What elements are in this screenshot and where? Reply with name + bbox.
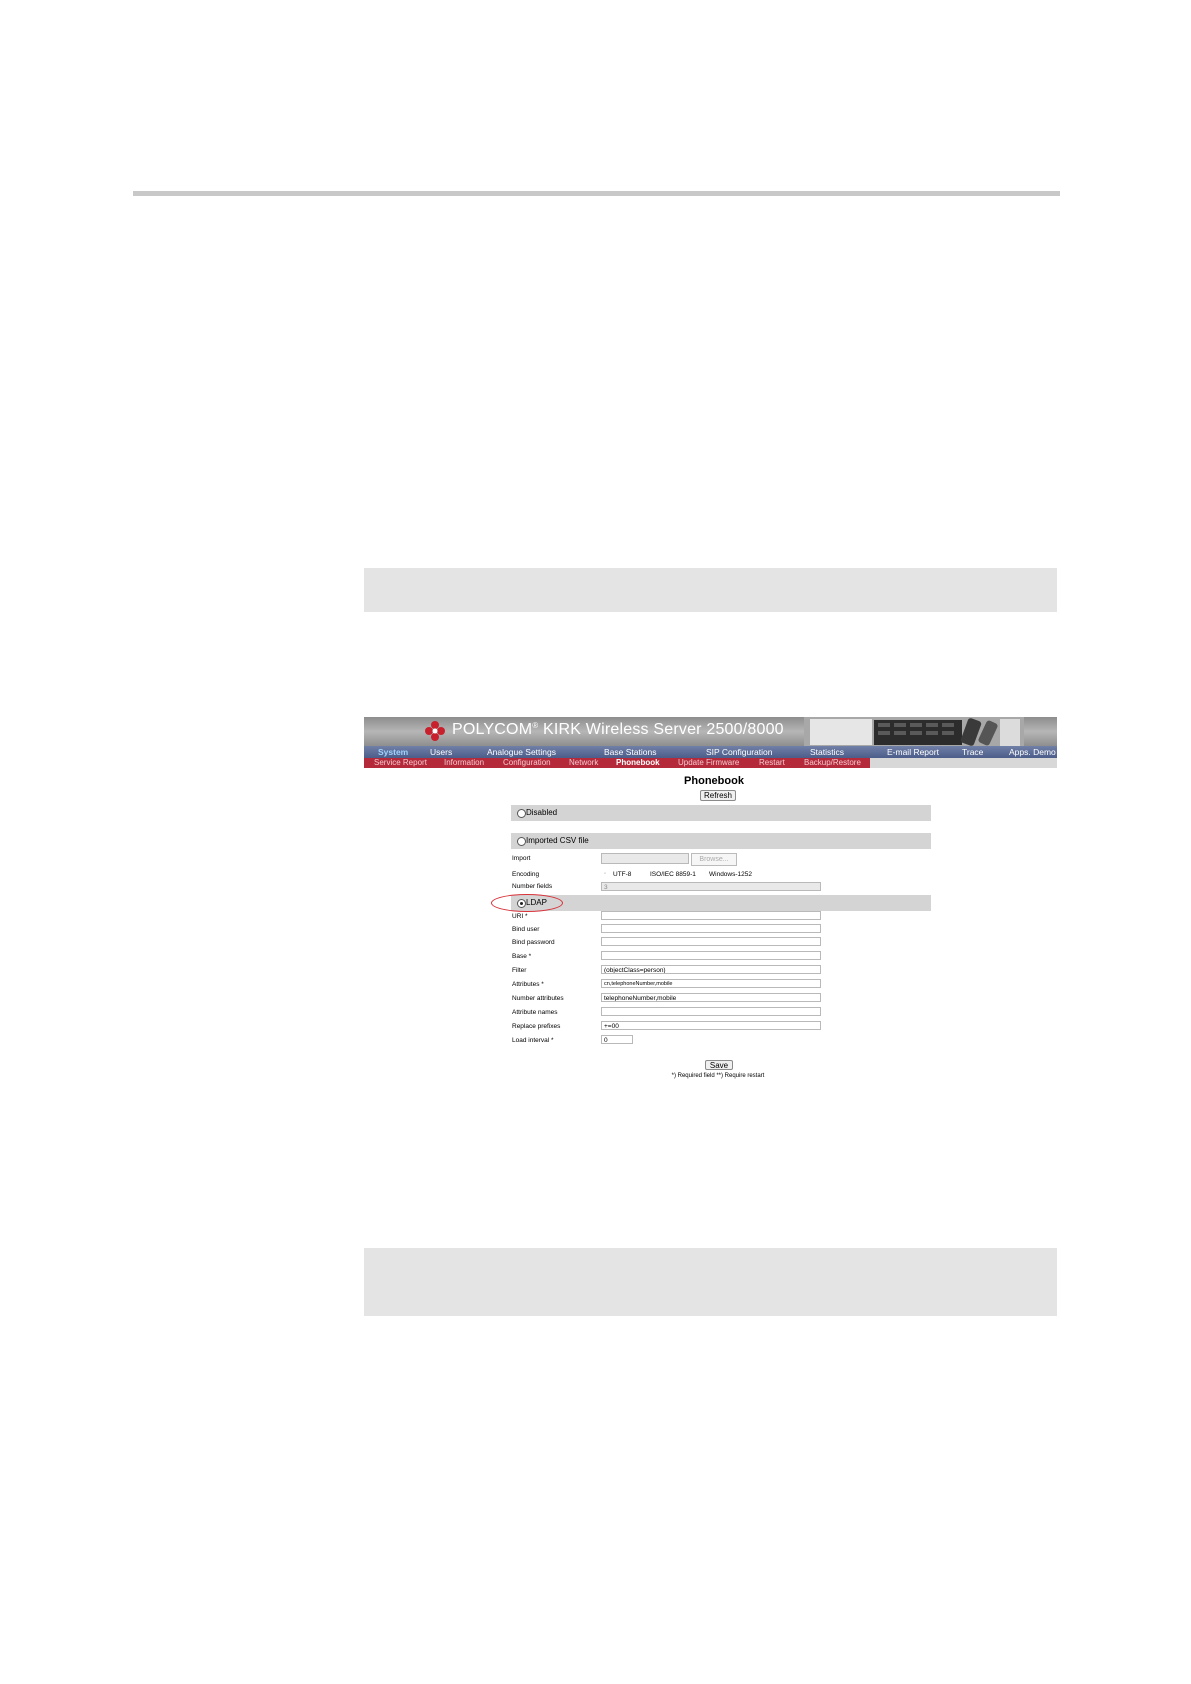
polycom-logo-icon [425, 721, 445, 741]
registered-mark: ® [532, 721, 539, 730]
encoding-iso-8859-1[interactable]: ISO/IEC 8859-1 [650, 871, 696, 878]
page-title: Phonebook [684, 775, 744, 787]
radio-csv[interactable] [517, 837, 526, 846]
submenu-service-report[interactable]: Service Report [374, 758, 427, 768]
sub-menu: Service Report Information Configuration… [364, 758, 870, 768]
menu-statistics[interactable]: Statistics [810, 746, 844, 758]
ldap-label-uri: URI * [512, 913, 528, 920]
submenu-update-firmware[interactable]: Update Firmware [678, 758, 739, 768]
ldap-number-attributes-input[interactable]: telephoneNumber,mobile [601, 993, 821, 1002]
ldap-bind-user-input[interactable] [601, 924, 821, 933]
app-banner: POLYCOM® KIRK Wireless Server 2500/8000 [364, 717, 1057, 746]
ldap-label-bind-user: Bind user [512, 926, 540, 933]
submenu-information[interactable]: Information [444, 758, 484, 768]
ldap-load-interval-input[interactable]: 0 [601, 1035, 633, 1044]
submenu-phonebook[interactable]: Phonebook [616, 758, 660, 768]
ldap-label-number-attributes: Number attributes [512, 995, 564, 1002]
encoding-windows-1252[interactable]: Windows-1252 [709, 871, 752, 878]
menu-trace[interactable]: Trace [962, 746, 983, 758]
section-csv: Imported CSV file [511, 833, 931, 849]
product-name: KIRK Wireless Server 2500/8000 [543, 721, 784, 738]
submenu-backup-restore[interactable]: Backup/Restore [804, 758, 861, 768]
save-button[interactable]: Save [705, 1060, 733, 1070]
note-box-bottom [364, 1248, 1057, 1316]
ldap-label-bind-password: Bind password [512, 939, 555, 946]
ldap-replace-prefixes-input[interactable]: +=00 [601, 1021, 821, 1030]
radio-csv-label: Imported CSV file [526, 836, 589, 845]
hardware-photo-icon [804, 717, 1024, 746]
submenu-configuration[interactable]: Configuration [503, 758, 551, 768]
encoding-utf8[interactable]: UTF-8 [613, 871, 631, 878]
app-title: POLYCOM® KIRK Wireless Server 2500/8000 [452, 721, 784, 739]
ldap-attribute-names-input[interactable] [601, 1007, 821, 1016]
submenu-restart[interactable]: Restart [759, 758, 785, 768]
number-fields-input[interactable]: 3 [601, 882, 821, 891]
ldap-label-replace-prefixes: Replace prefixes [512, 1023, 561, 1030]
menu-users[interactable]: Users [430, 746, 452, 758]
refresh-button[interactable]: Refresh [700, 790, 736, 801]
import-label: Import [512, 855, 531, 862]
menu-base-stations[interactable]: Base Stations [604, 746, 656, 758]
number-fields-label: Number fields [512, 883, 553, 890]
menu-analogue-settings[interactable]: Analogue Settings [487, 746, 556, 758]
main-menu: System Users Analogue Settings Base Stat… [364, 746, 1057, 758]
required-field-note: *) Required field **) Require restart [671, 1073, 765, 1079]
ldap-bind-password-input[interactable] [601, 937, 821, 946]
import-file-field[interactable] [601, 853, 689, 864]
phonebook-screenshot: POLYCOM® KIRK Wireless Server 2500/8000 … [364, 717, 1057, 1087]
ldap-attributes-input[interactable]: cn,telephoneNumber,mobile [601, 979, 821, 988]
ldap-label-base: Base * [512, 953, 532, 960]
ldap-uri-input[interactable] [601, 911, 821, 920]
ldap-label-filter: Filter [512, 967, 527, 974]
ldap-base-input[interactable] [601, 951, 821, 960]
ldap-label-attributes: Attributes * [512, 981, 544, 988]
note-box-top [364, 568, 1057, 612]
menu-system[interactable]: System [378, 746, 408, 758]
encoding-radio-utf8-icon[interactable]: ◦ [604, 871, 606, 877]
sub-menu-filler [870, 758, 1057, 768]
section-ldap: LDAP [511, 895, 931, 911]
menu-sip-configuration[interactable]: SIP Configuration [706, 746, 772, 758]
menu-email-report[interactable]: E-mail Report [887, 746, 939, 758]
encoding-label: Encoding [512, 871, 540, 878]
ldap-label-load-interval: Load interval * [512, 1037, 554, 1044]
radio-disabled-label: Disabled [526, 808, 558, 817]
menu-apps-demo[interactable]: Apps. Demo [1009, 746, 1056, 758]
section-disabled: Disabled [511, 805, 931, 821]
ldap-label-attribute-names: Attribute names [512, 1009, 558, 1016]
ldap-filter-input[interactable]: (objectClass=person) [601, 965, 821, 974]
browse-button[interactable]: Browse... [691, 853, 737, 866]
submenu-network[interactable]: Network [569, 758, 598, 768]
radio-disabled[interactable] [517, 809, 526, 818]
ldap-highlight-ellipse [491, 894, 563, 912]
brand-name: POLYCOM [452, 721, 533, 738]
document-header-rule [133, 191, 1060, 196]
